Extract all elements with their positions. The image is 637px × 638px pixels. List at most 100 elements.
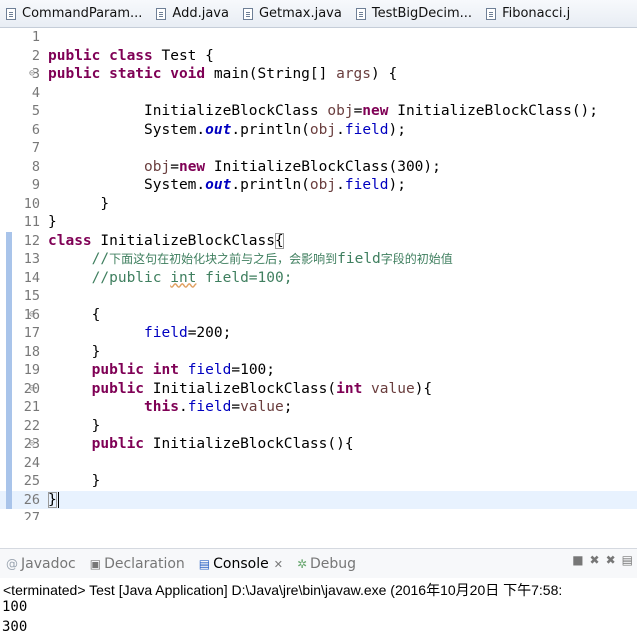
line-number: 1 <box>31 29 40 45</box>
code-token: out <box>205 177 232 193</box>
code-token: public <box>91 436 145 452</box>
close-icon[interactable]: ✕ <box>274 558 283 571</box>
code-line[interactable]: 14 //public int field=100; <box>0 268 637 288</box>
code-line[interactable]: 6 System.out.println(obj.field); <box>0 121 637 140</box>
code-line[interactable]: 15 <box>0 287 637 306</box>
code-token: field=100; <box>196 269 293 286</box>
code-line[interactable]: 10 } <box>0 195 637 214</box>
line-number: 9 <box>31 177 40 193</box>
code-line[interactable]: 8 obj=new InitializeBlockClass(300); <box>0 158 637 177</box>
fold-toggle-icon[interactable]: ⊖ <box>29 65 35 84</box>
code-token: value <box>240 399 284 415</box>
code-line[interactable]: 5 InitializeBlockClass obj=new Initializ… <box>0 102 637 121</box>
console-tab-declaration[interactable]: ▣ Declaration <box>84 556 185 572</box>
code-line[interactable]: 9 System.out.println(obj.field); <box>0 176 637 195</box>
editor-tab[interactable]: CommandParam... <box>0 0 150 27</box>
code-token: public static void <box>48 66 206 82</box>
line-number: 14 <box>23 269 40 286</box>
code-token: InitializeBlockClass(300); <box>205 158 441 175</box>
code-line[interactable]: 16 ⊖ { <box>0 305 637 325</box>
line-number: 17 <box>23 325 40 341</box>
code-line[interactable]: 24 <box>0 453 637 472</box>
code-text: InitializeBlockClass obj=new InitializeB… <box>48 102 598 121</box>
code-token: InitializeBlockClass(){ <box>144 436 354 452</box>
code-token: args <box>336 66 372 82</box>
code-line[interactable]: 18 } <box>0 342 637 361</box>
editor-tab[interactable]: Getmax.java <box>237 0 350 27</box>
line-number: 12 <box>23 232 40 249</box>
code-line[interactable]: 21 this.field=value; <box>0 398 637 417</box>
console-tab-debug[interactable]: ✲ Debug <box>291 556 356 572</box>
code-line[interactable]: 23 ⊖ public InitializeBlockClass(){ <box>0 435 637 454</box>
code-line[interactable]: 17 field=200; <box>0 324 637 343</box>
code-token: =200; <box>187 325 232 341</box>
fold-toggle-icon[interactable]: ⊖ <box>29 306 35 325</box>
console-tab-bar: @ Javadoc ▣ Declaration ▤ Console ✕ ✲ Debug <box>0 548 637 579</box>
fold-toggle-icon[interactable]: ⊖ <box>29 435 35 454</box>
code-token: class <box>48 232 92 249</box>
console-tab-javadoc[interactable]: @ Javadoc <box>0 556 76 572</box>
code-line[interactable]: 12 class InitializeBlockClass{ <box>0 231 637 251</box>
code-line[interactable]: 11} <box>0 213 637 232</box>
code-token: int <box>336 380 363 397</box>
editor-tab[interactable]: TestBigDecim... <box>350 0 480 27</box>
line-number: 24 <box>23 454 40 471</box>
code-line[interactable]: 7 <box>0 139 637 158</box>
remove-all-terminated-icon[interactable]: ✖ <box>606 553 616 567</box>
line-number: 27 <box>23 510 40 520</box>
line-number: 26 <box>23 491 40 508</box>
code-line[interactable]: 19 public int field=100; <box>0 361 637 380</box>
code-line[interactable]: 20 ⊖ public InitializeBlockClass(int valu… <box>0 379 637 399</box>
code-line[interactable]: 13 //下面这句在初始化块之前与之后，会影响到field字段的初始值 <box>0 250 637 269</box>
line-number: 4 <box>31 84 40 101</box>
code-token: . <box>336 121 345 138</box>
code-token: public <box>91 380 145 397</box>
code-line[interactable]: 2 public class Test { <box>0 47 637 66</box>
fold-toggle-icon[interactable]: ⊖ <box>29 380 35 399</box>
code-lines: 1 2 public class Test {3 ⊖ public static voi… <box>0 28 637 520</box>
code-token: ; <box>283 399 293 415</box>
terminate-icon[interactable]: ■ <box>572 553 583 567</box>
code-token: = <box>231 399 241 415</box>
line-number: 8 <box>31 158 40 175</box>
code-line[interactable]: 25 } <box>0 472 637 491</box>
java-file-icon <box>486 7 497 20</box>
code-token: InitializeBlockClass <box>91 232 275 249</box>
code-editor[interactable]: 1 2 public class Test {3 ⊖ public static voi… <box>0 28 637 520</box>
editor-tab[interactable]: Add.java <box>150 0 237 27</box>
line-number: 25 <box>23 473 40 489</box>
code-token: field <box>344 121 389 138</box>
editor-tab-label: CommandParam... <box>22 6 143 21</box>
code-token: public int <box>91 362 179 378</box>
code-line[interactable]: 26} <box>0 490 637 509</box>
code-line[interactable]: 3 ⊖ public static void main(String[] args)… <box>0 65 637 84</box>
code-line[interactable]: 4 <box>0 84 637 103</box>
remove-launch-icon[interactable]: ✖ <box>590 553 600 567</box>
code-token: //public <box>48 269 171 286</box>
code-text: { <box>48 306 101 325</box>
console-menu-icon[interactable]: ▤ <box>622 553 633 567</box>
code-text: class InitializeBlockClass{ <box>48 232 284 251</box>
console-tab-label: Javadoc <box>21 556 76 572</box>
code-token: ); <box>388 177 406 193</box>
editor-tab[interactable]: Fibonacci.j <box>480 0 578 27</box>
code-token: obj <box>144 158 171 175</box>
text-caret <box>57 491 59 508</box>
code-text: //public int field=100; <box>48 269 293 288</box>
code-token: } <box>48 195 110 212</box>
java-file-icon <box>6 7 16 20</box>
code-token: System. <box>48 177 206 193</box>
code-token: field <box>344 177 389 193</box>
console-icon: ▤ <box>198 557 211 571</box>
java-file-icon <box>242 7 253 20</box>
code-line[interactable]: 27 <box>0 509 637 520</box>
code-line[interactable]: 22 } <box>0 416 637 435</box>
code-line[interactable]: 1 <box>0 28 637 47</box>
code-token: } <box>48 473 101 489</box>
code-token: 下面这句在初始化块之前与之后，会影响到 <box>109 252 338 266</box>
console-tab-console[interactable]: ▤ Console ✕ <box>193 556 283 572</box>
line-number: 22 <box>23 417 40 434</box>
